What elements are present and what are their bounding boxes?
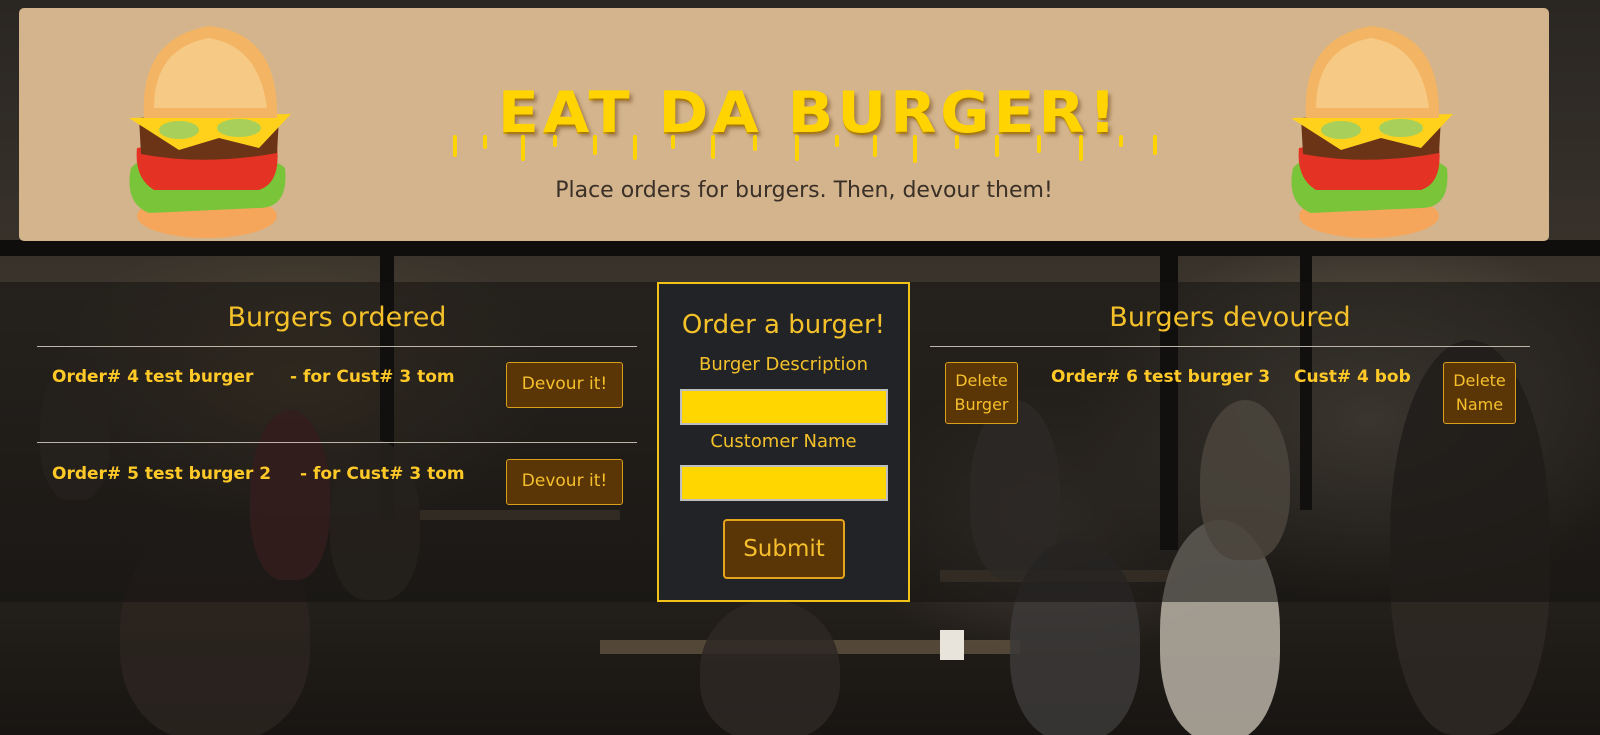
title-drips	[453, 135, 1157, 163]
burger-icon	[1291, 26, 1453, 238]
tagline: Place orders for burgers. Then, devour t…	[555, 178, 1053, 203]
order-form: Order a burger! Burger Description Custo…	[657, 282, 910, 602]
customer-name-label: Customer Name	[710, 431, 857, 452]
form-title: Order a burger!	[681, 310, 886, 340]
submit-button[interactable]: Submit	[723, 519, 845, 579]
ordered-divider	[37, 346, 637, 347]
delete-burger-button[interactable]: Delete Burger	[945, 362, 1018, 424]
customer-label: - for Cust# 3 tom	[300, 464, 465, 484]
delete-name-button[interactable]: Delete Name	[1443, 362, 1516, 424]
devoured-heading: Burgers devoured	[1109, 302, 1351, 333]
ordered-divider	[37, 442, 637, 443]
customer-label: - for Cust# 3 tom	[290, 367, 455, 387]
devour-button[interactable]: Devour it!	[506, 459, 623, 505]
order-label: Order# 4 test burger	[52, 367, 254, 387]
ordered-heading: Burgers ordered	[227, 302, 447, 333]
customer-label: Cust# 4 bob	[1294, 367, 1411, 387]
burger-description-input[interactable]	[680, 389, 888, 425]
devoured-divider	[930, 346, 1530, 347]
order-label: Order# 5 test burger 2	[52, 464, 272, 484]
jumbotron-header: EAT DA BURGER! Place orders for burgers.…	[19, 8, 1549, 241]
devour-button[interactable]: Devour it!	[506, 362, 623, 408]
customer-name-input[interactable]	[680, 465, 888, 501]
order-label: Order# 6 test burger 3	[1051, 367, 1271, 387]
burger-icon	[129, 26, 291, 238]
burger-description-label: Burger Description	[699, 354, 868, 375]
